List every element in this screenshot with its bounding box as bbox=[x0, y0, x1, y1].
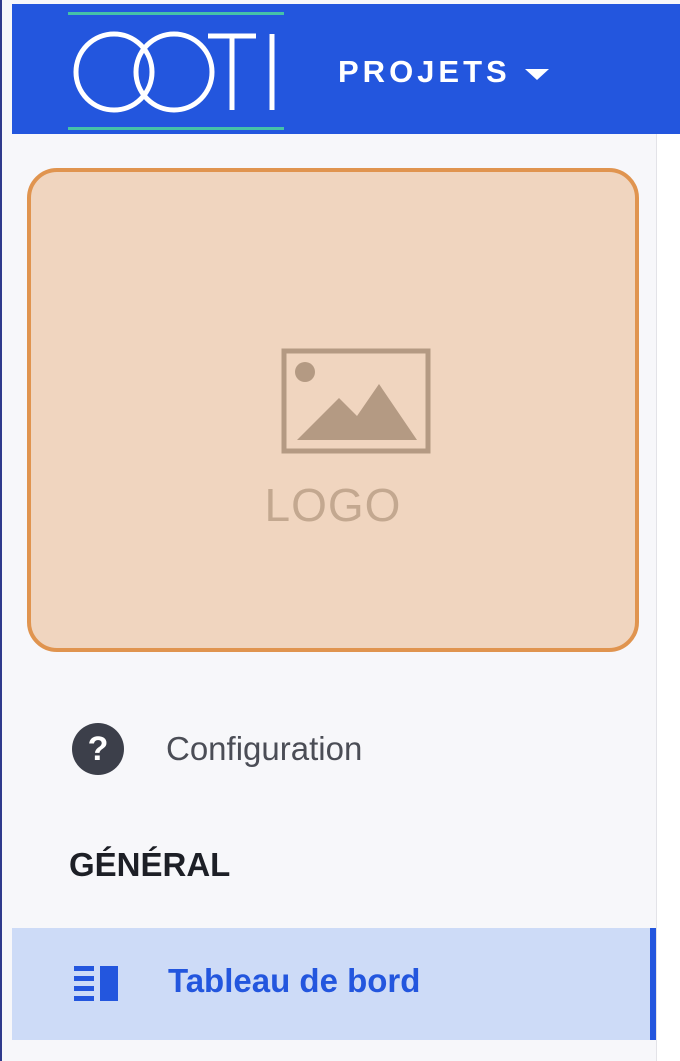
sidebar-item-dashboard[interactable]: Tableau de bord bbox=[12, 928, 656, 1040]
ooti-logo-mark bbox=[73, 31, 275, 113]
top-navigation-bar: PROJETS bbox=[12, 4, 680, 134]
main-content-edge bbox=[656, 134, 680, 1061]
dashboard-icon bbox=[74, 966, 118, 1001]
logo-placeholder-label: LOGO bbox=[264, 479, 402, 531]
image-placeholder-icon bbox=[281, 348, 431, 454]
brand-logo[interactable] bbox=[68, 12, 284, 130]
configuration-link[interactable]: ? Configuration bbox=[72, 723, 363, 775]
sidebar: LOGO ? Configuration GÉNÉRAL Tableau de … bbox=[12, 134, 656, 1061]
sidebar-item-label: Tableau de bord bbox=[168, 962, 421, 999]
help-circle-icon: ? bbox=[72, 723, 124, 775]
section-title-general: GÉNÉRAL bbox=[69, 846, 231, 883]
caret-down-icon bbox=[524, 68, 549, 80]
projects-menu-label: PROJETS bbox=[338, 54, 511, 89]
configuration-label: Configuration bbox=[166, 730, 363, 767]
company-logo-placeholder[interactable]: LOGO bbox=[27, 168, 639, 652]
projects-menu-button[interactable]: PROJETS bbox=[338, 40, 549, 104]
app-window: PROJETS LOGO ? Configuration GÉNÉRAL Tab… bbox=[0, 0, 680, 1061]
